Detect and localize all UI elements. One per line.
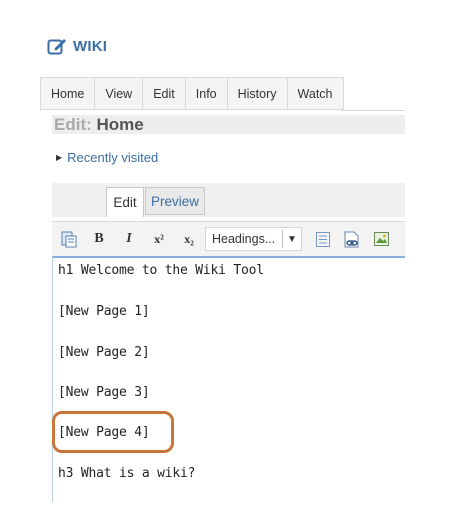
headings-select-value: Headings... bbox=[212, 232, 276, 246]
content-line-h1: h1 Welcome to the Wiki Tool bbox=[58, 263, 264, 278]
triangle-right-icon: ▶ bbox=[56, 153, 63, 162]
edit-prefix: Edit: bbox=[54, 115, 92, 134]
recently-visited-toggle[interactable]: ▶ Recently visited bbox=[56, 150, 158, 165]
tab-history[interactable]: History bbox=[227, 78, 288, 110]
recently-visited-label: Recently visited bbox=[67, 150, 159, 165]
bold-button[interactable]: B bbox=[92, 230, 106, 248]
editor-tab-preview[interactable]: Preview bbox=[145, 187, 205, 215]
superscript-button[interactable]: x² bbox=[150, 230, 168, 248]
wiki-title[interactable]: WIKI bbox=[47, 35, 107, 57]
image-icon[interactable] bbox=[372, 230, 390, 248]
tab-home[interactable]: Home bbox=[41, 78, 96, 110]
tab-info[interactable]: Info bbox=[185, 78, 228, 110]
italic-button[interactable]: I bbox=[122, 230, 136, 248]
content-line-h3: h3 What is a wiki? bbox=[58, 466, 196, 481]
edit-icon bbox=[47, 39, 66, 55]
paste-icon[interactable] bbox=[60, 230, 78, 248]
content-line-page-3: [New Page 3] bbox=[58, 385, 150, 400]
content-line-page-2: [New Page 2] bbox=[58, 345, 150, 360]
wiki-title-label: WIKI bbox=[73, 37, 108, 55]
content-line-page-1: [New Page 1] bbox=[58, 304, 150, 319]
headings-select[interactable]: Headings... ▼ bbox=[205, 227, 302, 251]
editor-tab-edit[interactable]: Edit bbox=[106, 187, 144, 217]
tab-watch[interactable]: Watch bbox=[287, 78, 344, 110]
triangle-down-icon: ▼ bbox=[287, 233, 297, 245]
link-icon[interactable] bbox=[343, 230, 361, 248]
tab-view[interactable]: View bbox=[95, 78, 144, 110]
subscript-button[interactable]: x₂ bbox=[180, 230, 198, 248]
tab-edit[interactable]: Edit bbox=[143, 78, 186, 110]
tool-nav-tabs: Home View Edit Info History Watch bbox=[40, 77, 344, 111]
highlight-box bbox=[52, 411, 174, 453]
editor-tab-bar bbox=[52, 183, 405, 217]
tabs-divider bbox=[341, 110, 405, 111]
page-name: Home bbox=[96, 115, 144, 134]
page-title: Edit: Home bbox=[52, 115, 405, 134]
table-icon[interactable] bbox=[314, 230, 332, 248]
